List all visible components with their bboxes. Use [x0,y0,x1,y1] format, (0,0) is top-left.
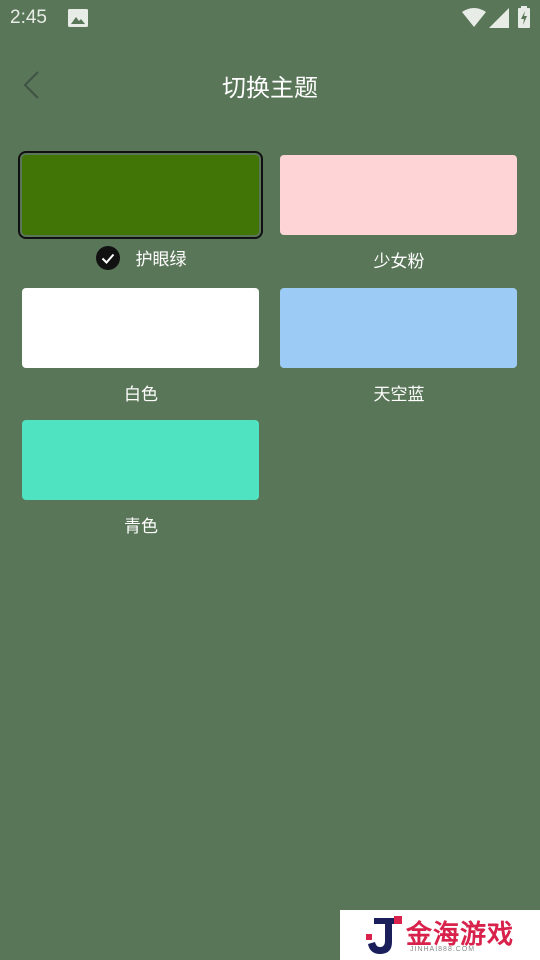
theme-label-sky-blue: 天空蓝 [270,380,528,405]
theme-name: 青色 [124,517,158,537]
theme-swatch-cyan[interactable] [22,420,259,500]
theme-label-cyan: 青色 [12,512,270,537]
status-time: 2:45 [10,7,47,28]
theme-swatch-pink[interactable] [280,155,517,235]
watermark: 金海游戏 JINHAI888.COM [340,910,540,960]
battery-charging-icon [518,6,530,28]
theme-swatch-sky-blue[interactable] [280,288,517,368]
theme-label-white: 白色 [12,380,270,405]
theme-swatch-green[interactable] [22,155,259,235]
theme-name: 少女粉 [373,252,425,272]
watermark-site: JINHAI888.COM [410,946,476,953]
theme-swatch-white[interactable] [22,288,259,368]
cell-signal-icon [489,8,509,28]
theme-label-pink: 少女粉 [270,247,528,272]
page-title: 切换主题 [222,74,318,102]
theme-name: 护眼绿 [135,250,187,270]
status-bar: 2:45 [0,0,540,36]
theme-label-green: 护眼绿 [12,245,270,272]
theme-name: 白色 [124,385,158,405]
image-notification-icon [68,9,88,27]
check-circle-icon [95,246,120,270]
jinhai-logo-icon [366,916,402,954]
theme-name: 天空蓝 [373,385,425,405]
wifi-icon [462,8,486,27]
